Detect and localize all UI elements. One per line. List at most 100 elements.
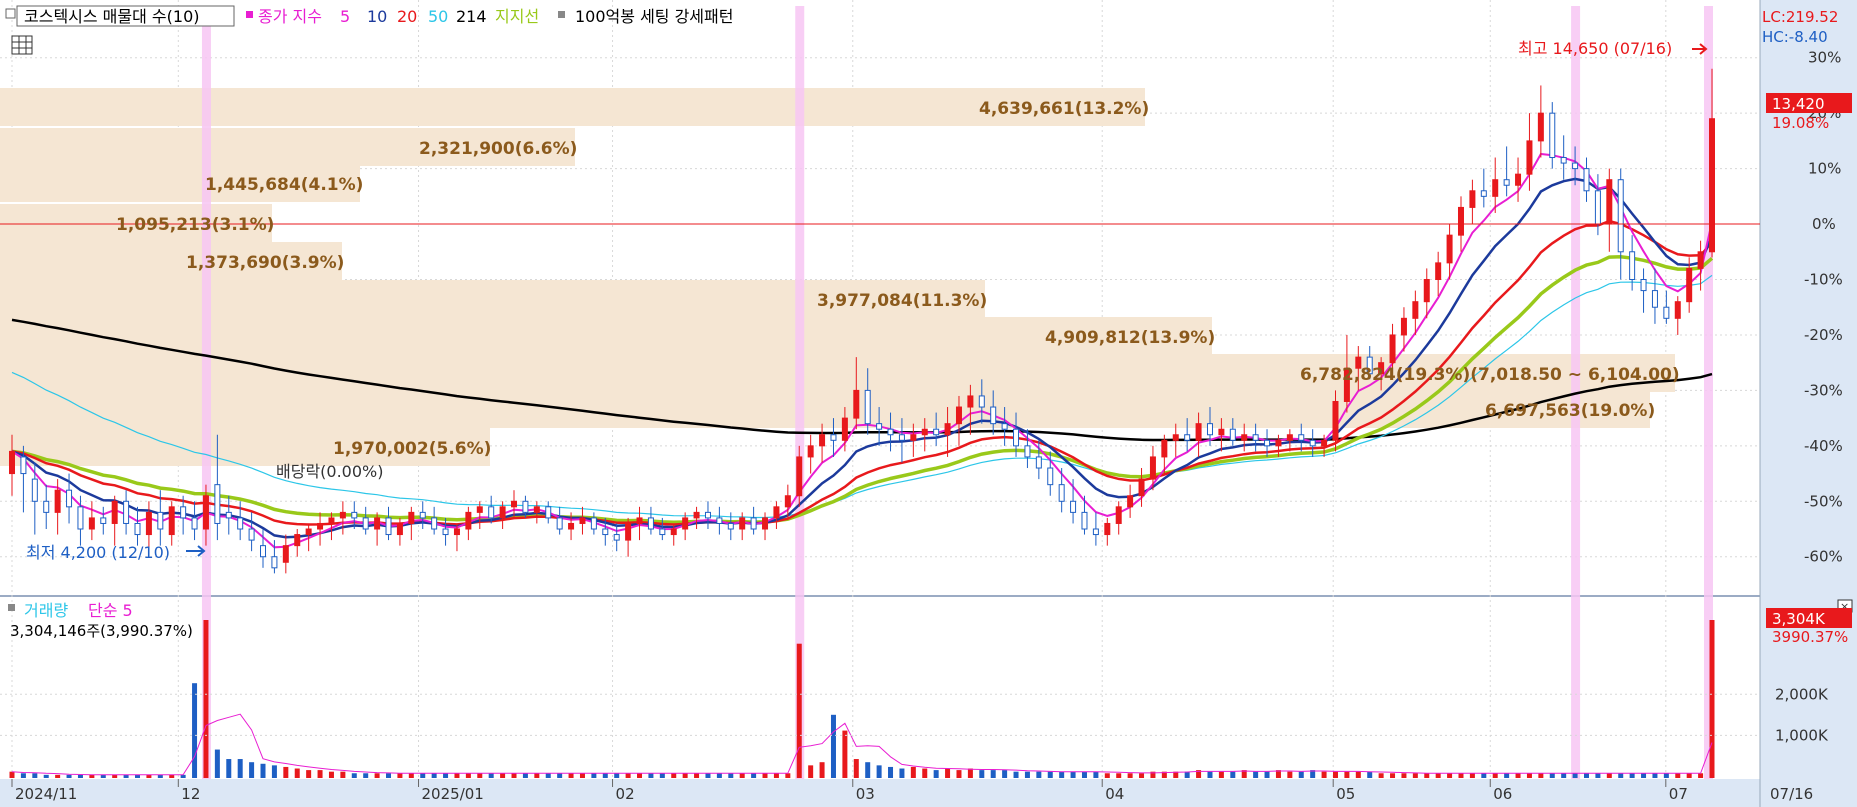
pct-tick-label: -50% [1804, 492, 1843, 510]
volume-bar [374, 773, 380, 778]
volume-bar [602, 773, 608, 778]
volume-bar [1264, 771, 1270, 778]
candle-body [1503, 179, 1510, 186]
volume-bar [1424, 773, 1430, 778]
volume-bar [625, 773, 631, 778]
volume-bar [637, 773, 643, 778]
volume-profile-label: 1,970,002(5.6%) [333, 439, 491, 459]
volume-bar [420, 773, 426, 778]
candle-body [396, 522, 403, 536]
candle-body [773, 506, 780, 519]
candle-body [693, 511, 700, 519]
candle-body [1104, 522, 1111, 536]
volume-bar [43, 774, 49, 778]
x-tick-label: 04 [1105, 785, 1124, 803]
volume-bar [534, 773, 540, 778]
legend-toggle-icon[interactable] [5, 8, 16, 19]
volume-bar [454, 773, 460, 778]
volume-tick-label: 1,000K [1775, 726, 1829, 744]
candle-body [1229, 428, 1236, 441]
candle-body [887, 428, 894, 436]
candle-body [876, 423, 883, 430]
legend-ma20: 20 [397, 7, 417, 26]
volume-bar [123, 774, 129, 778]
candle-body [1218, 428, 1225, 436]
candle-body [921, 428, 928, 436]
volume-profile-bar [0, 317, 1212, 355]
candle-body [1435, 262, 1442, 281]
candle-body [784, 495, 791, 508]
candle-body [408, 511, 415, 524]
stock-chart: 코스텍시스 매물대 수(10) 종가 지수 5 10 20 50 214 지지선… [0, 0, 1857, 807]
volume-profile-label: 6,782,824(19.3%)(7,018.50 ~ 6,104.00) [1300, 365, 1680, 385]
volume-bar [1504, 773, 1510, 778]
low-marker: 최저 4,200 (12/10) [26, 543, 170, 562]
volume-tick-label: 2,000K [1775, 685, 1829, 703]
volume-bar [648, 773, 654, 778]
volume-bar [386, 773, 392, 778]
volume-bar [899, 768, 905, 778]
volume-bar [1526, 773, 1532, 778]
volume-bar [1287, 771, 1293, 778]
candle-body [453, 528, 460, 536]
volume-bar [1675, 773, 1681, 778]
candle-body [1709, 118, 1715, 253]
candle-body [294, 534, 301, 547]
candle-body [271, 556, 278, 569]
candle-body [682, 517, 689, 530]
candle-body [1184, 434, 1191, 441]
candle-body [1070, 500, 1077, 513]
x-tick-label: 2024/11 [15, 785, 77, 803]
volume-bar [739, 773, 745, 778]
volume-bar [271, 765, 277, 778]
candle-body [1172, 434, 1179, 441]
volume-bar [671, 773, 677, 778]
volume-bar [249, 762, 255, 778]
candle-body [1149, 456, 1156, 480]
volume-bar [1013, 771, 1019, 778]
volume-bar [1355, 771, 1361, 778]
volume-bar [443, 773, 449, 778]
candle-body [260, 545, 267, 558]
volume-legend-swatch[interactable] [8, 604, 15, 611]
candle-body [898, 434, 905, 441]
candle-body [248, 528, 255, 541]
volume-bar [808, 765, 814, 778]
candle-body [476, 506, 483, 513]
volume-profile-bar [0, 88, 1145, 126]
candle-body [1446, 234, 1453, 264]
candle-body [488, 506, 495, 519]
candle-body [431, 517, 438, 530]
volume-bar [716, 773, 722, 778]
candle-body [145, 511, 152, 536]
volume-bar [796, 643, 802, 778]
table-icon[interactable] [11, 35, 33, 55]
candle-body [1024, 445, 1031, 458]
candle-body [1286, 434, 1293, 441]
volume-bar [1390, 773, 1396, 778]
volume-bar [1652, 773, 1658, 778]
candle-body [762, 517, 769, 530]
candle-body [670, 528, 677, 536]
candle-body [625, 522, 632, 541]
high-marker: 최고 14,650 (07/16) [1518, 39, 1672, 58]
volume-bar [1447, 773, 1453, 778]
volume-bar [910, 766, 916, 778]
volume-bar [682, 773, 688, 778]
candle-body [1195, 423, 1202, 441]
pct-tick-label: -30% [1804, 381, 1843, 399]
candle-body [1412, 301, 1419, 319]
candle-body [647, 517, 654, 530]
candle-body [613, 534, 620, 541]
candle-body [807, 445, 814, 458]
candle-body [1457, 206, 1464, 236]
volume-bar [500, 773, 506, 778]
candle-body [1275, 439, 1282, 447]
volume-bar [1332, 771, 1338, 778]
volume-bar [1253, 771, 1259, 778]
volume-bar [830, 714, 836, 778]
volume-bar [1218, 771, 1224, 778]
candle-body [77, 506, 84, 530]
candle-body [910, 434, 917, 441]
candle-body [1606, 179, 1613, 225]
